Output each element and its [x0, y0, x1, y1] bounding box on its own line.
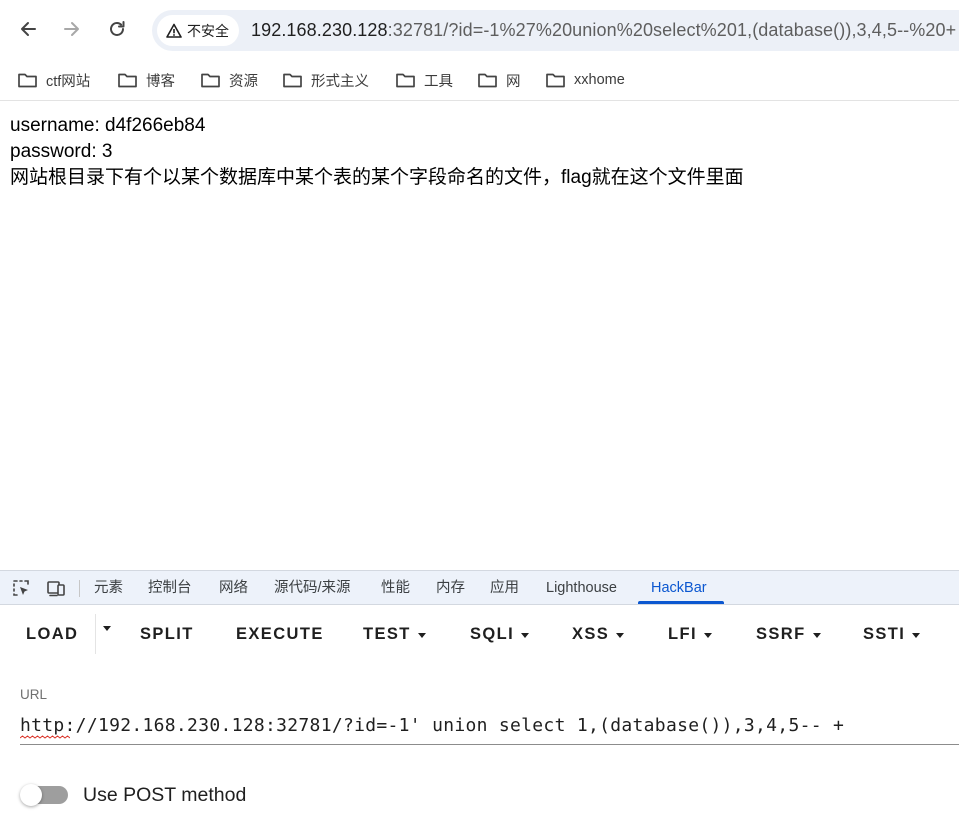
security-label: 不安全: [187, 22, 229, 39]
bookmark-folder-blog[interactable]: 博客: [117, 67, 175, 93]
sqli-label: SQLI: [470, 625, 515, 643]
bookmark-label: 网: [506, 73, 521, 90]
spellcheck-squiggle: [20, 735, 70, 739]
bookmark-folder-tools[interactable]: 工具: [395, 67, 453, 93]
split-label: SPLIT: [140, 625, 194, 643]
reload-icon: [110, 21, 125, 36]
folder-icon: [478, 73, 497, 88]
bookmark-label: 工具: [424, 73, 453, 90]
ssti-menu-button[interactable]: SSTI: [863, 625, 921, 644]
bookmark-folder-xxhome[interactable]: xxhome: [545, 67, 625, 93]
arrow-left-icon: [21, 22, 36, 36]
bookmark-folder-ctf[interactable]: ctf网站: [17, 67, 90, 93]
tab-performance[interactable]: 性能: [381, 571, 410, 605]
hint-line: 网站根目录下有个以某个数据库中某个表的某个字段命名的文件，flag就在这个文件里…: [10, 167, 744, 188]
bookmark-folder-resources[interactable]: 资源: [200, 67, 258, 93]
folder-icon: [546, 73, 565, 88]
caret-down-icon: [703, 632, 712, 638]
caret-down-icon: [103, 626, 111, 631]
load-button[interactable]: LOAD: [26, 625, 78, 644]
url-input[interactable]: http://192.168.230.128:32781/?id=-1' uni…: [20, 712, 959, 745]
ssrf-menu-button[interactable]: SSRF: [756, 625, 821, 644]
bookmark-folder-net[interactable]: 网: [477, 67, 521, 93]
tab-elements[interactable]: 元素: [94, 571, 123, 605]
post-method-toggle[interactable]: [20, 784, 69, 806]
tab-console[interactable]: 控制台: [148, 571, 192, 605]
execute-button[interactable]: EXECUTE: [236, 625, 324, 644]
password-line: password: 3: [10, 141, 113, 162]
bookmark-label: 博客: [146, 73, 175, 90]
address-text[interactable]: 192.168.230.128:32781/?id=-1%27%20union%…: [251, 20, 956, 41]
ssrf-label: SSRF: [756, 625, 806, 643]
lfi-menu-button[interactable]: LFI: [668, 625, 712, 644]
split-button[interactable]: SPLIT: [140, 625, 194, 644]
tab-network[interactable]: 网络: [219, 571, 248, 605]
bookmark-label: 资源: [229, 73, 258, 90]
ssti-label: SSTI: [863, 625, 906, 643]
caret-down-icon: [912, 632, 921, 638]
tab-application[interactable]: 应用: [490, 571, 519, 605]
tab-lighthouse[interactable]: Lighthouse: [546, 571, 617, 605]
load-dropdown-button[interactable]: [103, 625, 111, 631]
page-content: username: d4f266eb84 password: 3 网站根目录下有…: [0, 102, 959, 570]
load-divider: [95, 614, 96, 654]
load-label: LOAD: [26, 625, 79, 643]
folder-icon: [118, 73, 137, 88]
caret-down-icon: [616, 632, 625, 638]
bookmark-label: 形式主义: [311, 73, 369, 90]
caret-down-icon: [417, 632, 426, 638]
xss-menu-button[interactable]: XSS: [572, 625, 625, 644]
arrow-right-icon: [64, 22, 79, 36]
toggle-knob: [20, 784, 42, 806]
url-rest: :32781/?id=-1%27%20union%20select%201,(d…: [387, 20, 957, 40]
folder-icon: [396, 73, 415, 88]
url-host: 192.168.230.128: [251, 20, 388, 40]
forward-button[interactable]: [57, 14, 87, 44]
devtools-panel: 元素 控制台 网络 源代码/来源 性能 内存 应用 Lighthouse Hac…: [0, 570, 959, 830]
bookmark-folder-formalism[interactable]: 形式主义: [282, 67, 369, 93]
bookmark-label: ctf网站: [46, 73, 91, 90]
username-line: username: d4f266eb84: [10, 115, 206, 136]
post-method-label: Use POST method: [83, 784, 247, 806]
back-button[interactable]: [13, 14, 43, 44]
security-chip[interactable]: 不安全: [157, 15, 239, 46]
caret-down-icon: [521, 632, 530, 638]
url-field-label: URL: [20, 687, 48, 702]
inspect-element-button[interactable]: [10, 578, 32, 598]
tab-sources[interactable]: 源代码/来源: [274, 571, 351, 605]
inspect-icon: [13, 580, 29, 596]
tab-hackbar[interactable]: HackBar: [651, 571, 707, 605]
test-menu-button[interactable]: TEST: [363, 625, 426, 644]
reload-button[interactable]: [102, 14, 132, 44]
devtools-tab-bar: 元素 控制台 网络 源代码/来源 性能 内存 应用 Lighthouse Hac…: [0, 570, 959, 605]
caret-down-icon: [812, 632, 821, 638]
url-input-value: http://192.168.230.128:32781/?id=-1' uni…: [20, 715, 845, 736]
folder-icon: [201, 73, 220, 88]
active-tab-indicator: [638, 601, 724, 604]
address-bar[interactable]: 不安全 192.168.230.128:32781/?id=-1%27%20un…: [152, 10, 959, 51]
bookmarks-bar: ctf网站 博客 资源 形式主义 工具 网 xxhome: [0, 60, 959, 101]
lfi-label: LFI: [668, 625, 697, 643]
bookmark-label: xxhome: [574, 72, 625, 88]
folder-icon: [18, 73, 37, 88]
hackbar-toolbar: LOAD SPLIT EXECUTE TEST SQLI XSS LFI SSR…: [0, 605, 959, 665]
tab-separator: [79, 580, 80, 597]
browser-toolbar: 不安全 192.168.230.128:32781/?id=-1%27%20un…: [0, 0, 959, 60]
warning-icon: [166, 23, 182, 38]
tab-memory[interactable]: 内存: [436, 571, 465, 605]
device-icon: [47, 581, 65, 597]
execute-label: EXECUTE: [236, 625, 324, 643]
device-toolbar-button[interactable]: [45, 578, 67, 598]
xss-label: XSS: [572, 625, 610, 643]
folder-icon: [283, 73, 302, 88]
sqli-menu-button[interactable]: SQLI: [470, 625, 530, 644]
test-label: TEST: [363, 625, 411, 643]
